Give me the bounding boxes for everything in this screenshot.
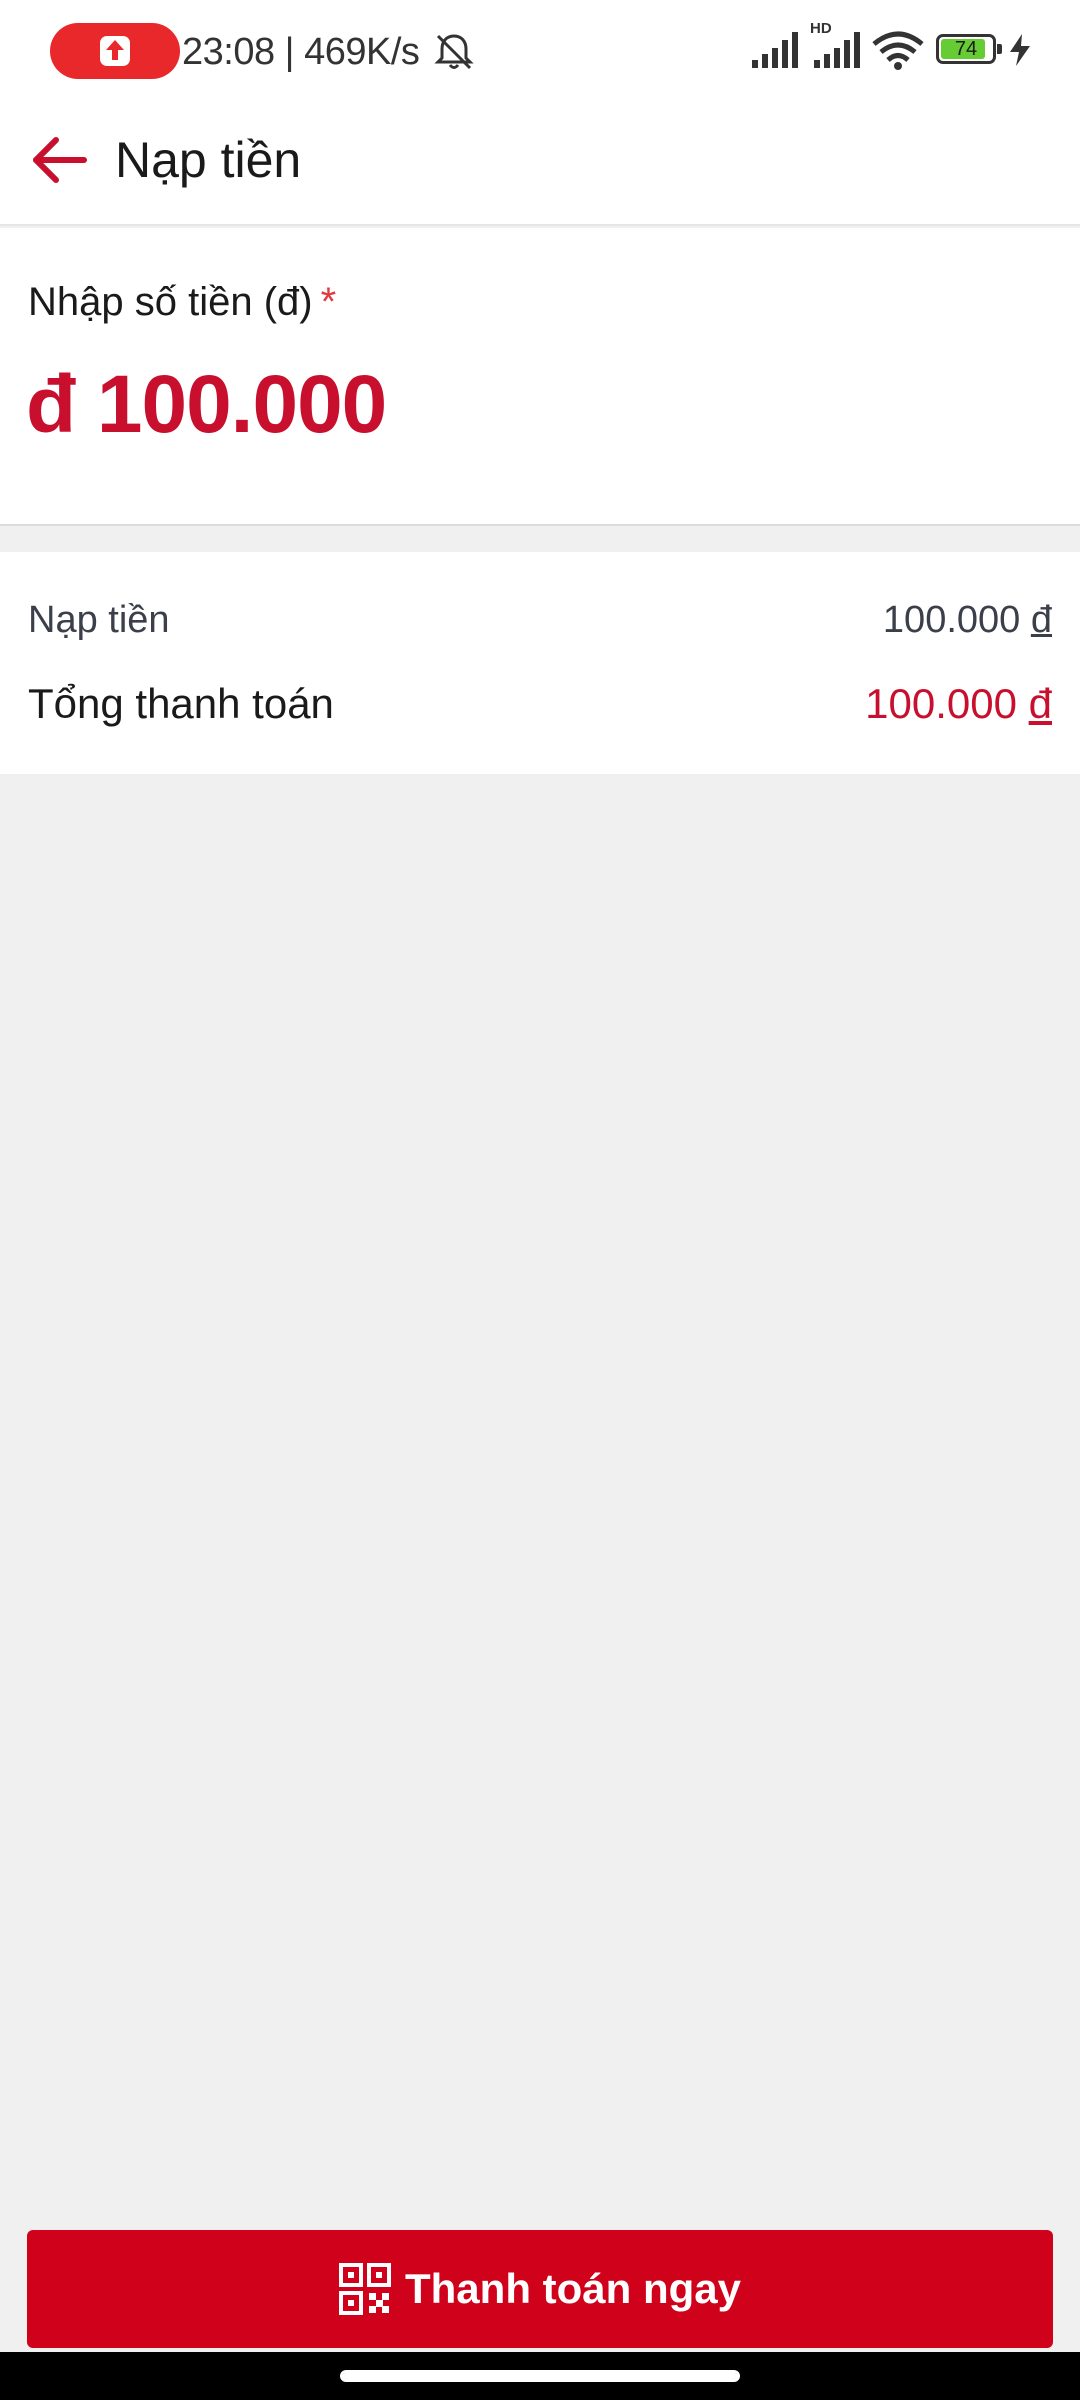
payment-summary: Nạp tiền 100.000 đ Tổng thanh toán 100.0… [0,552,1080,774]
status-bar: 23:08 | 469K/s HD 74 [0,0,1080,100]
topup-label: Nạp tiền [28,599,170,641]
pay-now-button[interactable]: Thanh toán ngay [27,2230,1053,2348]
signal-icon [752,32,798,68]
total-label: Tổng thanh toán [28,680,334,727]
required-mark: * [320,280,337,324]
battery-icon: 74 [936,34,1002,64]
system-nav-bar [0,2352,1080,2400]
total-row: Tổng thanh toán 100.000 đ [28,674,1052,734]
pay-now-label: Thanh toán ngay [405,2265,741,2312]
amount-label-text: Nhập số tiền (đ) [28,280,313,324]
screen-record-indicator[interactable] [50,23,180,79]
back-arrow-icon[interactable] [22,128,102,192]
screen: 23:08 | 469K/s HD 74 Nạp tiền Nhập số ti… [0,0,1080,2400]
topup-amount: 100.000 đ [882,599,1052,641]
topup-row: Nạp tiền 100.000 đ [28,590,1052,650]
amount-input-section: Nhập số tiền (đ) * đ 100.000 [0,228,1080,526]
page-title: Nạp tiền [115,132,302,188]
bell-muted-icon [434,34,474,70]
amount-label: Nhập số tiền (đ) * [28,280,336,325]
qr-code-icon [339,2263,391,2315]
amount-input[interactable]: đ 100.000 [26,358,387,452]
battery-level: 74 [954,38,978,60]
currency-symbol: đ [1028,680,1052,727]
signal-hd-icon [814,32,860,68]
total-amount: 100.000 đ [865,680,1052,727]
status-time-speed: 23:08 | 469K/s [182,31,420,73]
charging-bolt-icon [1010,34,1030,66]
currency-symbol: đ [1030,599,1052,641]
app-header: Nạp tiền [0,100,1080,226]
wifi-icon [872,31,924,70]
home-indicator[interactable] [340,2370,740,2382]
